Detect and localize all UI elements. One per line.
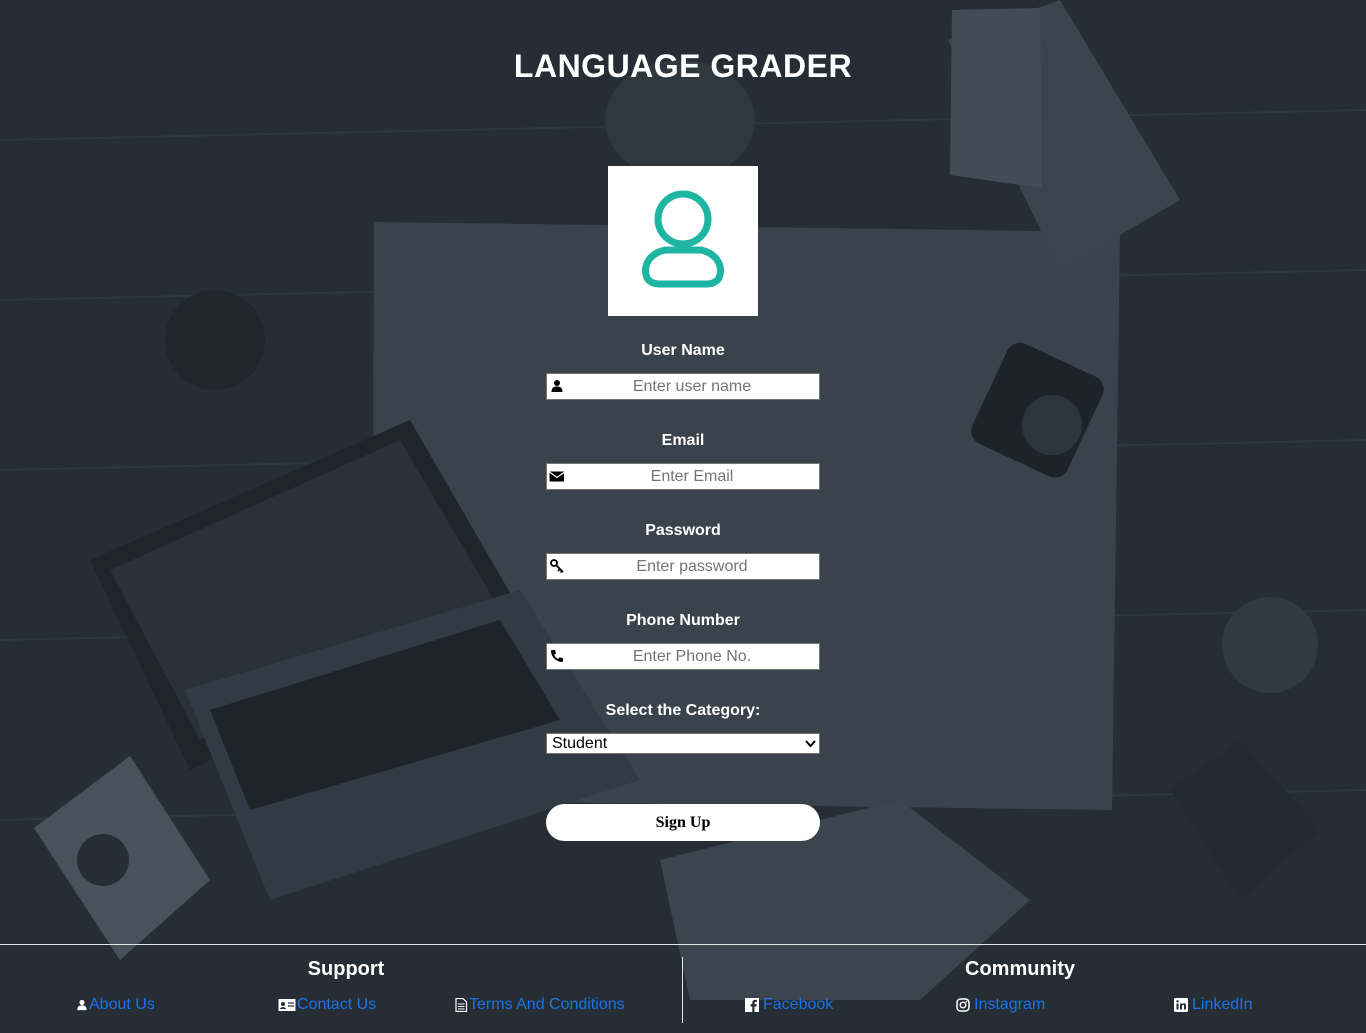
- community-heading: Community: [965, 958, 1075, 980]
- instagram-icon: [956, 998, 970, 1012]
- contact-us-link[interactable]: Contact Us: [278, 996, 376, 1014]
- facebook-link[interactable]: Facebook: [745, 996, 833, 1014]
- avatar: [608, 166, 758, 316]
- envelope-icon: [549, 471, 564, 482]
- document-icon: [455, 998, 468, 1012]
- linkedin-label: LinkedIn: [1192, 996, 1253, 1013]
- user-icon: [551, 380, 563, 392]
- password-field-wrapper: [546, 553, 820, 580]
- username-field-wrapper: [546, 373, 820, 400]
- category-selected-value: Student: [552, 735, 608, 752]
- support-heading: Support: [307, 958, 385, 980]
- facebook-label: Facebook: [763, 996, 834, 1013]
- username-input[interactable]: [567, 374, 817, 399]
- phone-label: Phone Number: [626, 612, 740, 629]
- instagram-label: Instagram: [974, 996, 1046, 1013]
- user-icon: [77, 999, 87, 1011]
- category-label: Select the Category:: [605, 702, 761, 719]
- background-image: [0, 0, 1366, 1032]
- about-us-link[interactable]: About Us: [76, 996, 155, 1014]
- footer: Support Community About Us Contact Us Te…: [0, 944, 1366, 1033]
- chevron-down-icon: [805, 740, 816, 748]
- user-avatar-icon: [642, 190, 724, 288]
- instagram-link[interactable]: Instagram: [956, 996, 1045, 1014]
- username-label: User Name: [641, 342, 725, 359]
- contact-card-icon: [278, 999, 296, 1011]
- about-us-label: About Us: [89, 996, 155, 1013]
- email-field-wrapper: [546, 463, 820, 490]
- key-icon: [550, 559, 564, 573]
- contact-us-label: Contact Us: [297, 996, 377, 1013]
- terms-link[interactable]: Terms And Conditions: [454, 996, 625, 1014]
- email-input[interactable]: [567, 464, 817, 489]
- facebook-icon: [745, 998, 759, 1012]
- page-title: LANGUAGE GRADER: [513, 48, 853, 84]
- password-input[interactable]: [567, 554, 817, 579]
- linkedin-link[interactable]: LinkedIn: [1174, 996, 1253, 1014]
- footer-divider: [682, 957, 683, 1023]
- email-label: Email: [661, 432, 705, 449]
- phone-input[interactable]: [567, 644, 817, 669]
- password-label: Password: [645, 522, 721, 539]
- phone-icon: [551, 650, 563, 662]
- phone-field-wrapper: [546, 643, 820, 670]
- linkedin-icon: [1174, 998, 1188, 1012]
- sign-up-button[interactable]: Sign Up: [546, 804, 820, 841]
- category-select[interactable]: Student: [546, 733, 820, 754]
- terms-label: Terms And Conditions: [469, 996, 625, 1013]
